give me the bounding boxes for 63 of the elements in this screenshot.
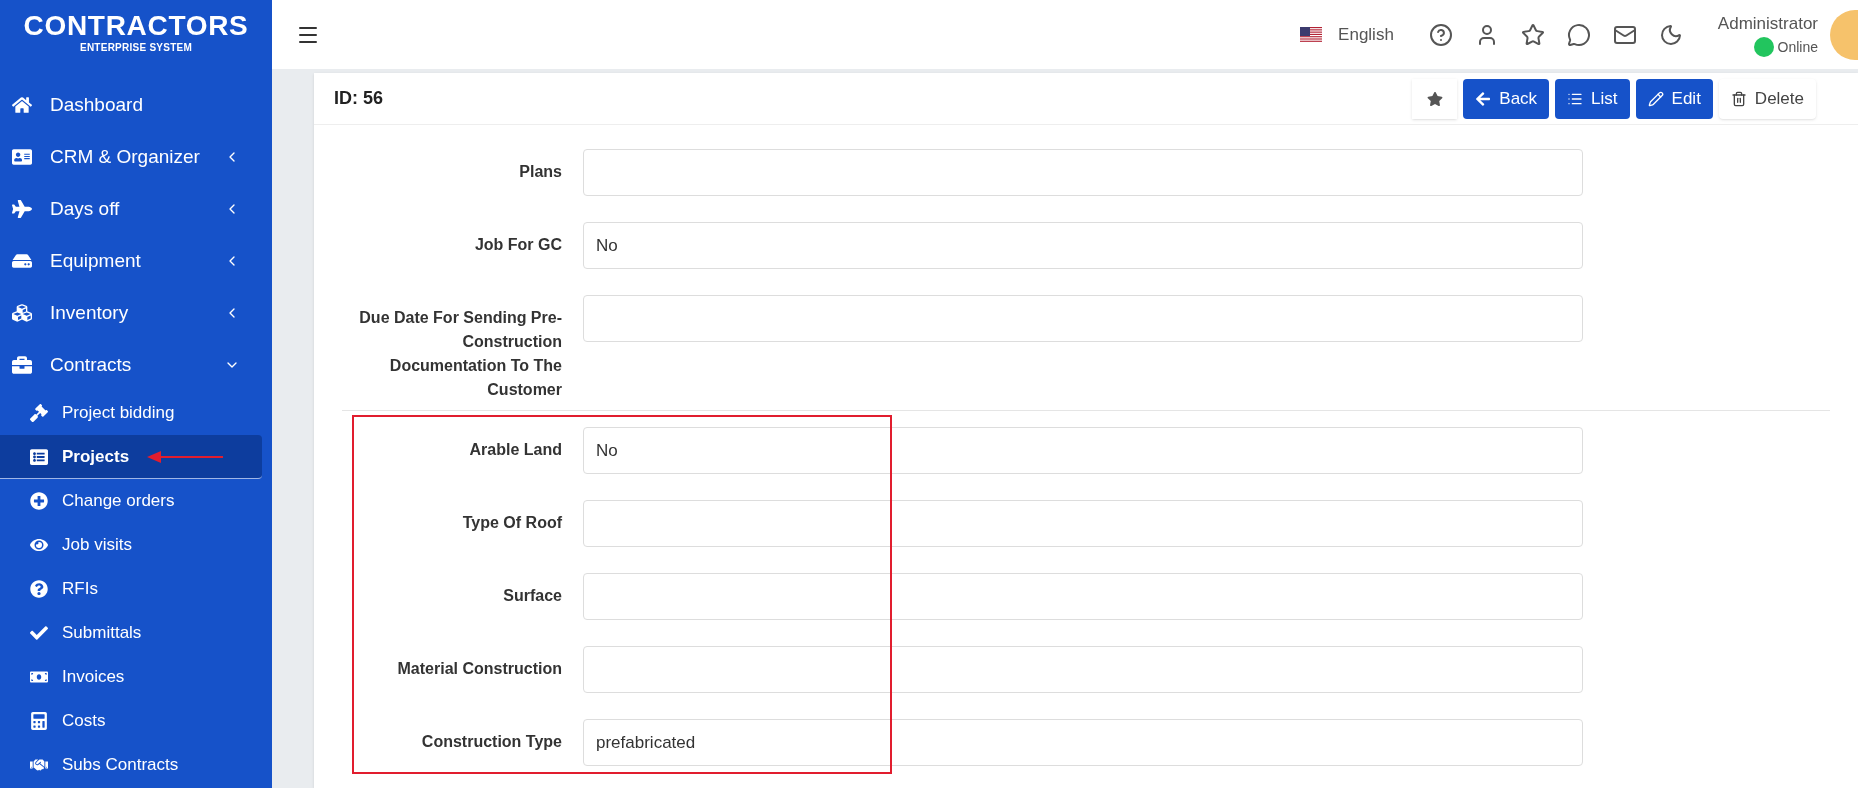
sidebar-item[interactable]: Equipment xyxy=(0,235,272,287)
favorite-button[interactable] xyxy=(1412,78,1458,119)
star-icon[interactable] xyxy=(1520,22,1545,47)
airplane-icon xyxy=(12,199,32,219)
list-icon xyxy=(30,447,48,466)
help-icon[interactable] xyxy=(1428,22,1453,47)
star-icon xyxy=(1426,90,1443,107)
trash-icon xyxy=(1730,90,1747,107)
sidebar-subitem[interactable]: Invoices xyxy=(0,655,262,699)
field-label: Construction Type xyxy=(420,732,562,752)
toolbar-button[interactable]: List xyxy=(1555,78,1630,119)
sidebar-subitem[interactable]: Costs xyxy=(0,699,262,743)
sidebar-subitem[interactable]: Change orders xyxy=(0,479,262,523)
user-status: Online xyxy=(1777,37,1818,57)
brand-tagline: ENTERPRISE SYSTEM xyxy=(79,41,193,55)
sidebar-item[interactable]: CRM & Organizer xyxy=(0,131,272,183)
chat-icon[interactable] xyxy=(1566,22,1591,47)
home-icon xyxy=(12,95,32,115)
pencil-icon xyxy=(1647,90,1664,107)
sidebar-item[interactable]: Dashboard xyxy=(0,79,272,131)
drive-icon xyxy=(12,251,32,271)
sidebar-subitem[interactable]: Subs Contracts xyxy=(0,743,262,787)
input-field[interactable]: prefabricated xyxy=(583,719,1583,766)
check-icon xyxy=(30,624,48,642)
input-field[interactable] xyxy=(583,646,1583,693)
input-field[interactable] xyxy=(583,295,1583,342)
gavel-icon xyxy=(30,404,48,422)
input-field[interactable] xyxy=(583,573,1583,620)
input-field[interactable] xyxy=(583,500,1583,547)
briefcase-icon xyxy=(12,355,32,375)
field-label: Job For GC xyxy=(473,235,562,255)
eye-icon xyxy=(30,536,48,554)
toolbar-button[interactable]: Delete xyxy=(1718,78,1816,119)
record-title: ID: 56 xyxy=(334,87,384,110)
toolbar-button[interactable]: Back xyxy=(1463,78,1550,119)
field-label: Arable Land xyxy=(468,440,562,460)
brand-logo: CONTRACTORS xyxy=(23,12,249,40)
sidebar-subitem[interactable]: Project bidding xyxy=(0,391,262,435)
user-name: Administrator xyxy=(1717,13,1818,36)
sidebar-subitem[interactable]: RFIs xyxy=(0,567,262,611)
input-field[interactable]: No xyxy=(583,222,1583,269)
arrow-left-icon xyxy=(1475,90,1492,107)
sidebar-subitem[interactable]: Job visits xyxy=(0,523,262,567)
flag-icon xyxy=(1300,26,1323,43)
field-label: Surface xyxy=(502,586,562,606)
sidebar-subitem[interactable]: Projects xyxy=(0,435,262,479)
cubes-icon xyxy=(12,303,32,323)
field-label: Material Construction xyxy=(396,659,562,679)
sidebar-subitem[interactable]: Submittals xyxy=(0,611,262,655)
field-label: Plans xyxy=(518,162,562,182)
input-field[interactable] xyxy=(583,149,1583,196)
input-field[interactable]: No xyxy=(583,427,1583,474)
moon-icon[interactable] xyxy=(1658,22,1683,47)
question-icon xyxy=(30,580,48,598)
sidebar-item[interactable]: Inventory xyxy=(0,287,272,339)
sidebar-item[interactable]: Contracts xyxy=(0,339,272,391)
sidebar-item[interactable]: Days off xyxy=(0,183,272,235)
field-label: Type Of Roof xyxy=(461,513,562,533)
id-card-icon xyxy=(12,147,32,167)
field-label: Due Date For Sending Pre-Construction Documentation To The Customer xyxy=(358,308,562,400)
language-selector[interactable]: English xyxy=(1338,21,1394,48)
calculator-icon xyxy=(30,712,48,730)
toolbar-button[interactable]: Edit xyxy=(1635,78,1713,119)
